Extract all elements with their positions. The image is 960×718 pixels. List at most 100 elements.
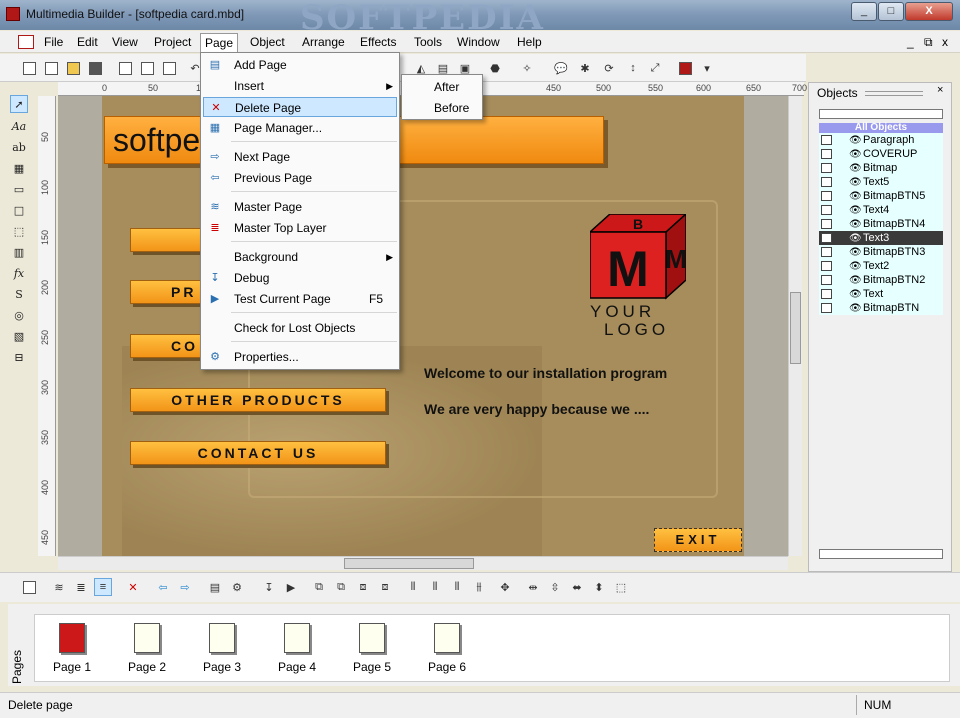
send-back-icon[interactable]: ⧉ (332, 578, 350, 596)
all-objects-header[interactable]: All Objects (819, 123, 943, 133)
menu-page[interactable]: Page (200, 33, 239, 53)
speech-bubble-icon[interactable]: 💬 (552, 59, 570, 77)
next-arrow-icon[interactable]: ⇨ (176, 578, 194, 596)
object-list-item[interactable]: 👁 BitmapBTN (819, 301, 943, 315)
menu-project[interactable]: Project (152, 35, 193, 51)
cut-icon[interactable] (116, 59, 134, 77)
menu-item-delete-page[interactable]: ✕ Delete Page (203, 97, 397, 117)
component-tool-icon[interactable]: ⊟ (10, 348, 28, 366)
menu-item-previous-page[interactable]: ⇦ Previous Page (203, 168, 397, 188)
submenu-item-before[interactable]: Before (404, 98, 480, 118)
page-manager-icon[interactable]: ▤ (206, 578, 224, 596)
mdi-restore-button[interactable]: ⧉ (922, 35, 935, 51)
app-icon[interactable] (6, 7, 20, 21)
same-size-icon[interactable]: ⬚ (612, 578, 630, 596)
visibility-eye-icon[interactable]: 👁 (849, 162, 862, 176)
horizontal-scrollbar[interactable] (58, 556, 788, 570)
object-list-item[interactable]: 👁 Text (819, 287, 943, 301)
object-list-item[interactable]: 👁 Text3 (819, 231, 943, 245)
test-page-icon[interactable]: ▶ (282, 578, 300, 596)
sound-tool-icon[interactable]: S (10, 285, 28, 303)
menu-item-test-current-page[interactable]: ▶ Test Current Page F5 (203, 289, 397, 309)
visibility-eye-icon[interactable]: 👁 (849, 232, 862, 246)
vertical-scrollbar[interactable] (788, 96, 802, 556)
backward-icon[interactable]: ⧈ (376, 578, 394, 596)
film-tool-icon[interactable]: ▥ (10, 243, 28, 261)
button-tool-icon[interactable]: ▭ (10, 180, 28, 198)
page-thumbnail[interactable]: Page 5 (347, 623, 397, 683)
visibility-eye-icon[interactable]: 👁 (849, 176, 862, 190)
space-horizontal-icon[interactable]: ⇹ (524, 578, 542, 596)
menu-help[interactable]: Help (515, 35, 544, 51)
paste-icon[interactable] (160, 59, 178, 77)
page-layer-icon[interactable]: ≡ (94, 578, 112, 596)
visibility-eye-icon[interactable]: 👁 (849, 288, 862, 302)
object-list-item[interactable]: 👁 Bitmap (819, 161, 943, 175)
maximize-button[interactable]: □ (878, 2, 904, 21)
visibility-eye-icon[interactable]: 👁 (849, 246, 862, 260)
horizontal-scroll-thumb[interactable] (344, 558, 474, 569)
page-thumbnail[interactable]: Page 1 (47, 623, 97, 683)
delete-page-icon[interactable]: ✕ (124, 578, 142, 596)
menu-item-insert[interactable]: Insert ▶ (203, 76, 397, 96)
menu-item-next-page[interactable]: ⇨ Next Page (203, 147, 397, 167)
save-icon[interactable] (86, 59, 104, 77)
document-icon[interactable] (18, 35, 34, 49)
exit-button[interactable]: EXIT (654, 528, 742, 552)
master-top-layer-icon[interactable]: ≣ (72, 578, 90, 596)
sparkle-icon[interactable]: ✱ (576, 59, 594, 77)
compile-cube-icon[interactable] (676, 59, 694, 77)
object-list-item[interactable]: 👁 COVERUP (819, 147, 943, 161)
align-left-icon[interactable]: ⫴ (404, 578, 422, 596)
mdi-minimize-button[interactable]: _ (905, 35, 916, 51)
menu-tools[interactable]: Tools (412, 35, 444, 51)
master-page-icon[interactable]: ≋ (50, 578, 68, 596)
visibility-eye-icon[interactable]: 👁 (849, 260, 862, 274)
same-width-icon[interactable]: ⬌ (568, 578, 586, 596)
menu-edit[interactable]: Edit (75, 35, 100, 51)
object-list-item[interactable]: 👁 Text5 (819, 175, 943, 189)
menu-view[interactable]: View (110, 35, 140, 51)
open-folder-icon[interactable] (64, 59, 82, 77)
new-file-icon[interactable] (20, 59, 38, 77)
menu-file[interactable]: File (42, 35, 65, 51)
chevron-down-icon[interactable]: ▾ (698, 59, 716, 77)
page-thumbnail[interactable]: Page 2 (122, 623, 172, 683)
new-icon[interactable] (42, 59, 60, 77)
mdi-close-button[interactable]: x (940, 35, 950, 51)
align-center-icon[interactable]: ⫴ (426, 578, 444, 596)
space-vertical-icon[interactable]: ⇳ (546, 578, 564, 596)
anim-tool-icon[interactable]: ▧ (10, 327, 28, 345)
menu-item-check-lost-objects[interactable]: Check for Lost Objects (203, 318, 397, 338)
visibility-eye-icon[interactable]: 👁 (849, 204, 862, 218)
pointer-tool-icon[interactable]: ➚ (10, 95, 28, 113)
menu-item-debug[interactable]: ↧ Debug (203, 268, 397, 288)
objects-bottom-field[interactable] (819, 549, 943, 559)
object-list-item[interactable]: 👁 Text4 (819, 203, 943, 217)
objects-filter-field[interactable] (819, 109, 943, 119)
align-top-icon[interactable]: ⫵ (470, 578, 488, 596)
script-tool-icon[interactable]: fx (10, 264, 28, 282)
menu-item-page-manager[interactable]: ▦ Page Manager... (203, 118, 397, 138)
page-thumbnail[interactable]: Page 6 (422, 623, 472, 683)
menu-item-add-page[interactable]: ▤ Add Page (203, 55, 397, 75)
forward-icon[interactable]: ⧈ (354, 578, 372, 596)
visibility-eye-icon[interactable]: 👁 (849, 302, 862, 316)
copy-icon[interactable] (138, 59, 156, 77)
menu-window[interactable]: Window (455, 35, 502, 51)
page-thumbnail[interactable]: Page 3 (197, 623, 247, 683)
menu-item-master-page[interactable]: ≋ Master Page (203, 197, 397, 217)
submenu-item-after[interactable]: After (404, 77, 480, 97)
object-list-item[interactable]: 👁 Paragraph (819, 133, 943, 147)
bring-front-icon[interactable]: ⧉ (310, 578, 328, 596)
visibility-eye-icon[interactable]: 👁 (849, 134, 862, 148)
object-list-item[interactable]: 👁 BitmapBTN2 (819, 273, 943, 287)
text-tool-icon[interactable]: Aa (10, 117, 28, 135)
menu-object[interactable]: Object (248, 35, 287, 51)
vertical-scroll-thumb[interactable] (790, 292, 801, 364)
same-height-icon[interactable]: ⬍ (590, 578, 608, 596)
magic-wand-icon[interactable]: ✧ (518, 59, 536, 77)
panel-close-icon[interactable]: × (937, 84, 943, 96)
object-list-item[interactable]: 👁 BitmapBTN5 (819, 189, 943, 203)
object-list-item[interactable]: 👁 Text2 (819, 259, 943, 273)
